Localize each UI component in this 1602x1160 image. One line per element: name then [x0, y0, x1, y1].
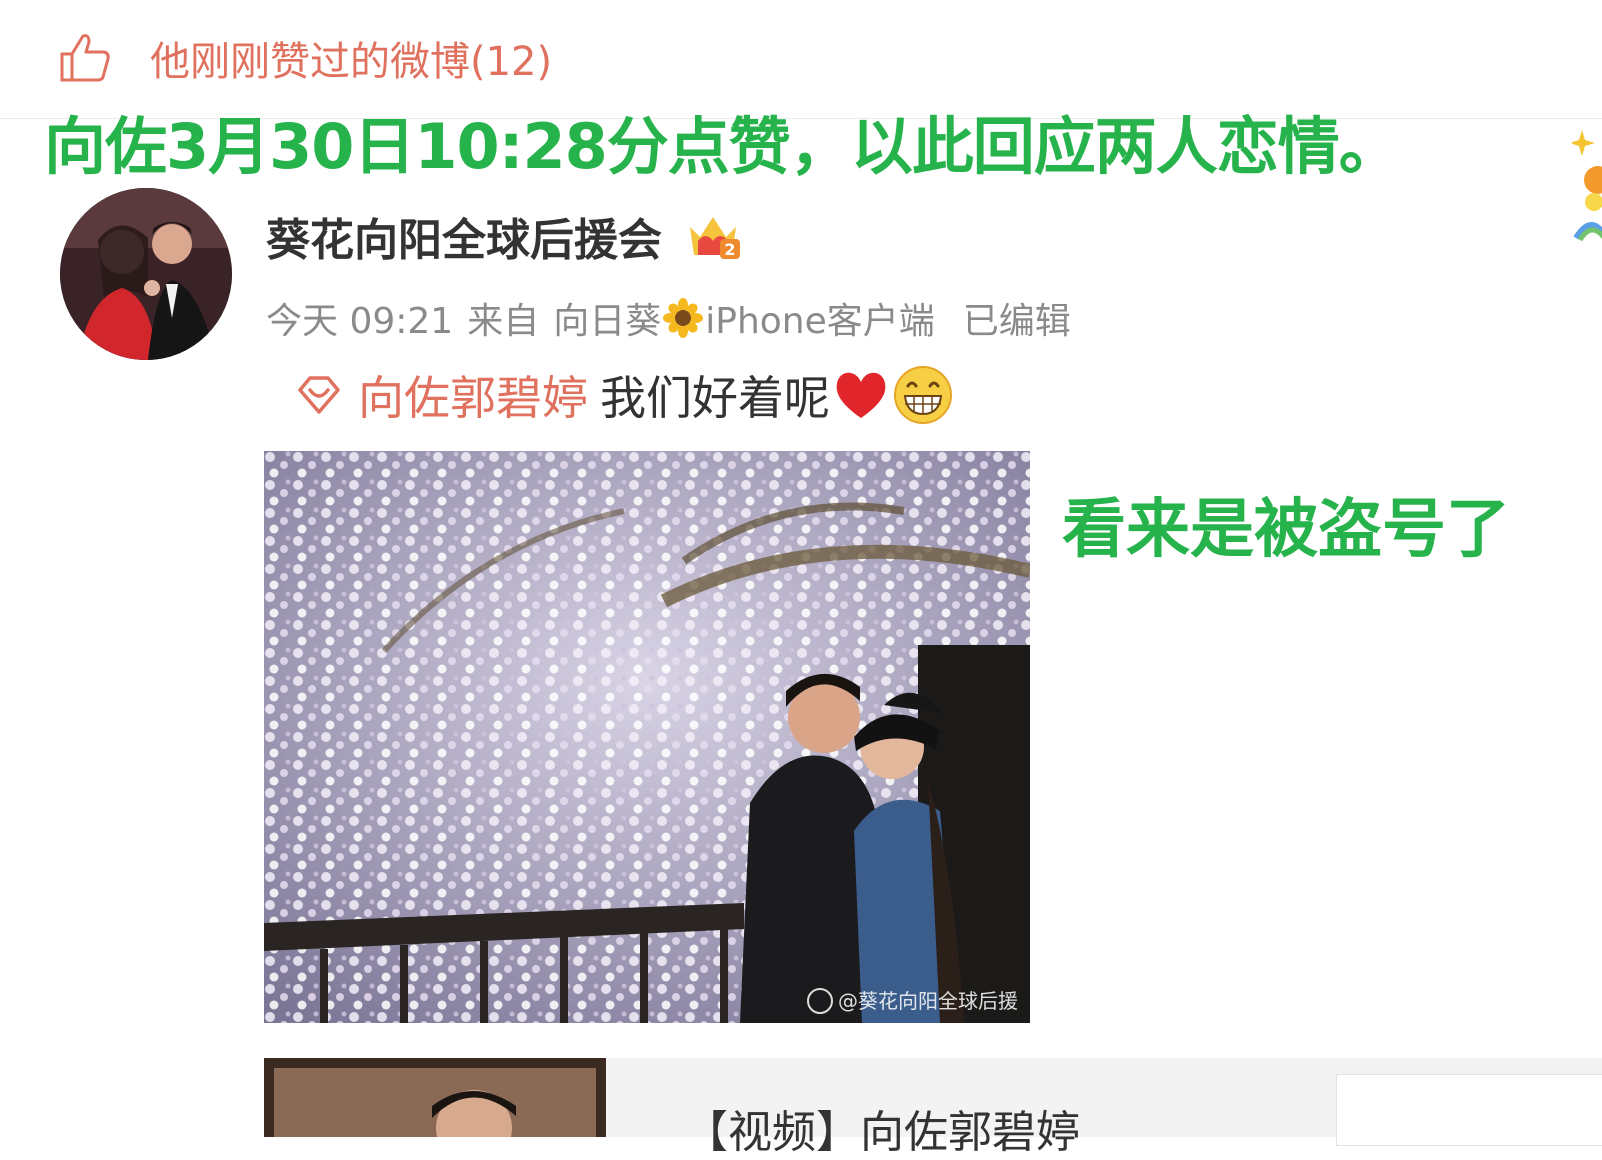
source-prefix: 向日葵 — [553, 301, 662, 342]
topic-link[interactable]: 向佐郭碧婷 — [358, 362, 588, 428]
thumbs-up-icon — [60, 34, 110, 82]
card-title[interactable]: 【视频】向佐郭碧婷 — [684, 1096, 1080, 1160]
vip-crown-icon[interactable]: 2 — [684, 211, 742, 261]
avatar-image — [60, 188, 232, 360]
sunflower-icon — [663, 298, 704, 338]
card-thumbnail — [264, 1058, 606, 1137]
post-photo[interactable]: @葵花向阳全球后援 — [264, 451, 1030, 1023]
weibo-liked-panel: 他刚刚赞过的微博(12) 向佐3月30日10:28分点赞，以此回应两人恋情。 葵… — [0, 0, 1602, 1158]
card-overlay-panel — [1336, 1074, 1602, 1146]
edited-label[interactable]: 已编辑 — [963, 292, 1071, 344]
caption-side: 看来是被盗号了 — [1062, 493, 1510, 567]
watermark: @葵花向阳全球后援 — [838, 989, 1018, 1013]
linked-card[interactable]: 【视频】向佐郭碧婷 — [264, 1058, 1602, 1158]
from-label: 来自 — [467, 301, 540, 342]
username[interactable]: 葵花向阳全球后援会 — [266, 204, 662, 268]
post-time[interactable]: 今天 09:21 — [266, 292, 453, 344]
svg-text:2: 2 — [724, 240, 735, 259]
post-content: 向佐郭碧婷 我们好着呢 — [296, 362, 954, 428]
grin-emoji-icon — [894, 366, 952, 424]
cherry-blossom-photo: @葵花向阳全球后援 — [264, 451, 1030, 1023]
post-meta: 今天 09:21 来自 向日葵 iPhone客户端 已编辑 — [266, 292, 1071, 344]
heart-icon — [836, 372, 886, 418]
sticker-icon — [1572, 130, 1602, 242]
avatar[interactable] — [60, 188, 232, 360]
liked-header[interactable]: 他刚刚赞过的微博(12) — [56, 28, 552, 88]
source-suffix[interactable]: iPhone客户端 — [705, 292, 935, 344]
username-row: 葵花向阳全球后援会 2 — [266, 204, 742, 268]
caption-top: 向佐3月30日10:28分点赞，以此回应两人恋情。 — [44, 110, 1401, 183]
super-topic-icon — [298, 376, 340, 414]
post-text: 我们好着呢 — [600, 371, 830, 425]
liked-header-label: 他刚刚赞过的微博(12) — [150, 39, 553, 85]
